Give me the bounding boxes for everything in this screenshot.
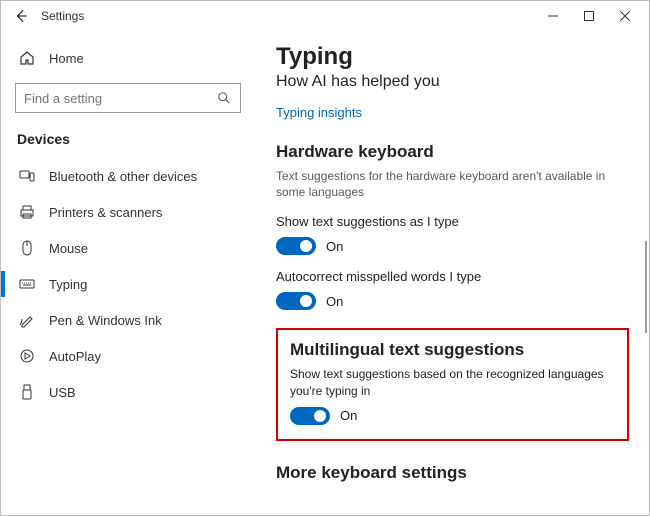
- sidebar-category: Devices: [17, 131, 241, 147]
- sidebar: Home Devices Bluetooth & other devices P…: [1, 31, 256, 515]
- setting-autocorrect-label: Autocorrect misspelled words I type: [276, 269, 629, 284]
- close-icon: [620, 11, 630, 21]
- window-title: Settings: [41, 9, 84, 23]
- settings-window: Settings Home Devices Bluetooth & other …: [0, 0, 650, 516]
- typing-insights-link[interactable]: Typing insights: [276, 105, 362, 120]
- setting-show-suggestions-row: On: [276, 237, 629, 255]
- maximize-button[interactable]: [571, 2, 607, 30]
- sidebar-item-label: Typing: [49, 277, 87, 292]
- home-icon: [19, 50, 35, 66]
- sidebar-home[interactable]: Home: [15, 41, 241, 75]
- minimize-icon: [548, 11, 558, 21]
- main-panel: Typing How AI has helped you Typing insi…: [256, 31, 649, 515]
- back-button[interactable]: [7, 2, 35, 30]
- close-button[interactable]: [607, 2, 643, 30]
- sidebar-item-label: Printers & scanners: [49, 205, 162, 220]
- main-scroll[interactable]: Typing How AI has helped you Typing insi…: [256, 31, 649, 515]
- sidebar-home-label: Home: [49, 51, 84, 66]
- hardware-keyboard-desc: Text suggestions for the hardware keyboa…: [276, 168, 616, 200]
- page-subtitle: How AI has helped you: [276, 73, 629, 91]
- setting-show-suggestions-state: On: [326, 239, 343, 254]
- setting-autocorrect-state: On: [326, 294, 343, 309]
- setting-show-suggestions-toggle[interactable]: [276, 237, 316, 255]
- minimize-button[interactable]: [535, 2, 571, 30]
- multilingual-row: On: [290, 407, 615, 425]
- setting-show-suggestions-label: Show text suggestions as I type: [276, 214, 629, 229]
- keyboard-icon: [19, 276, 35, 292]
- sidebar-item-bluetooth[interactable]: Bluetooth & other devices: [15, 159, 241, 193]
- sidebar-item-autoplay[interactable]: AutoPlay: [15, 339, 241, 373]
- multilingual-heading: Multilingual text suggestions: [290, 340, 615, 360]
- more-keyboard-heading: More keyboard settings: [276, 463, 629, 483]
- mouse-icon: [19, 240, 35, 256]
- sidebar-item-usb[interactable]: USB: [15, 375, 241, 409]
- hardware-keyboard-heading: Hardware keyboard: [276, 142, 629, 162]
- usb-icon: [19, 384, 35, 400]
- sidebar-item-mouse[interactable]: Mouse: [15, 231, 241, 265]
- search-icon: [216, 90, 232, 106]
- setting-autocorrect-row: On: [276, 292, 629, 310]
- pen-icon: [19, 312, 35, 328]
- multilingual-desc: Show text suggestions based on the recog…: [290, 366, 615, 398]
- search-box[interactable]: [15, 83, 241, 113]
- multilingual-toggle[interactable]: [290, 407, 330, 425]
- setting-autocorrect-toggle[interactable]: [276, 292, 316, 310]
- sidebar-item-label: Mouse: [49, 241, 88, 256]
- autoplay-icon: [19, 348, 35, 364]
- sidebar-item-label: Bluetooth & other devices: [49, 169, 197, 184]
- devices-icon: [19, 168, 35, 184]
- titlebar: Settings: [1, 1, 649, 31]
- content-area: Home Devices Bluetooth & other devices P…: [1, 31, 649, 515]
- arrow-left-icon: [14, 9, 28, 23]
- sidebar-item-label: Pen & Windows Ink: [49, 313, 162, 328]
- printer-icon: [19, 204, 35, 220]
- sidebar-item-printers[interactable]: Printers & scanners: [15, 195, 241, 229]
- sidebar-item-typing[interactable]: Typing: [15, 267, 241, 301]
- multilingual-highlight: Multilingual text suggestions Show text …: [276, 328, 629, 440]
- multilingual-state: On: [340, 408, 357, 423]
- sidebar-item-label: USB: [49, 385, 76, 400]
- sidebar-item-label: AutoPlay: [49, 349, 101, 364]
- sidebar-item-pen[interactable]: Pen & Windows Ink: [15, 303, 241, 337]
- maximize-icon: [584, 11, 594, 21]
- scrollbar-indicator[interactable]: [645, 241, 647, 333]
- page-title: Typing: [276, 43, 629, 71]
- search-input[interactable]: [24, 91, 216, 106]
